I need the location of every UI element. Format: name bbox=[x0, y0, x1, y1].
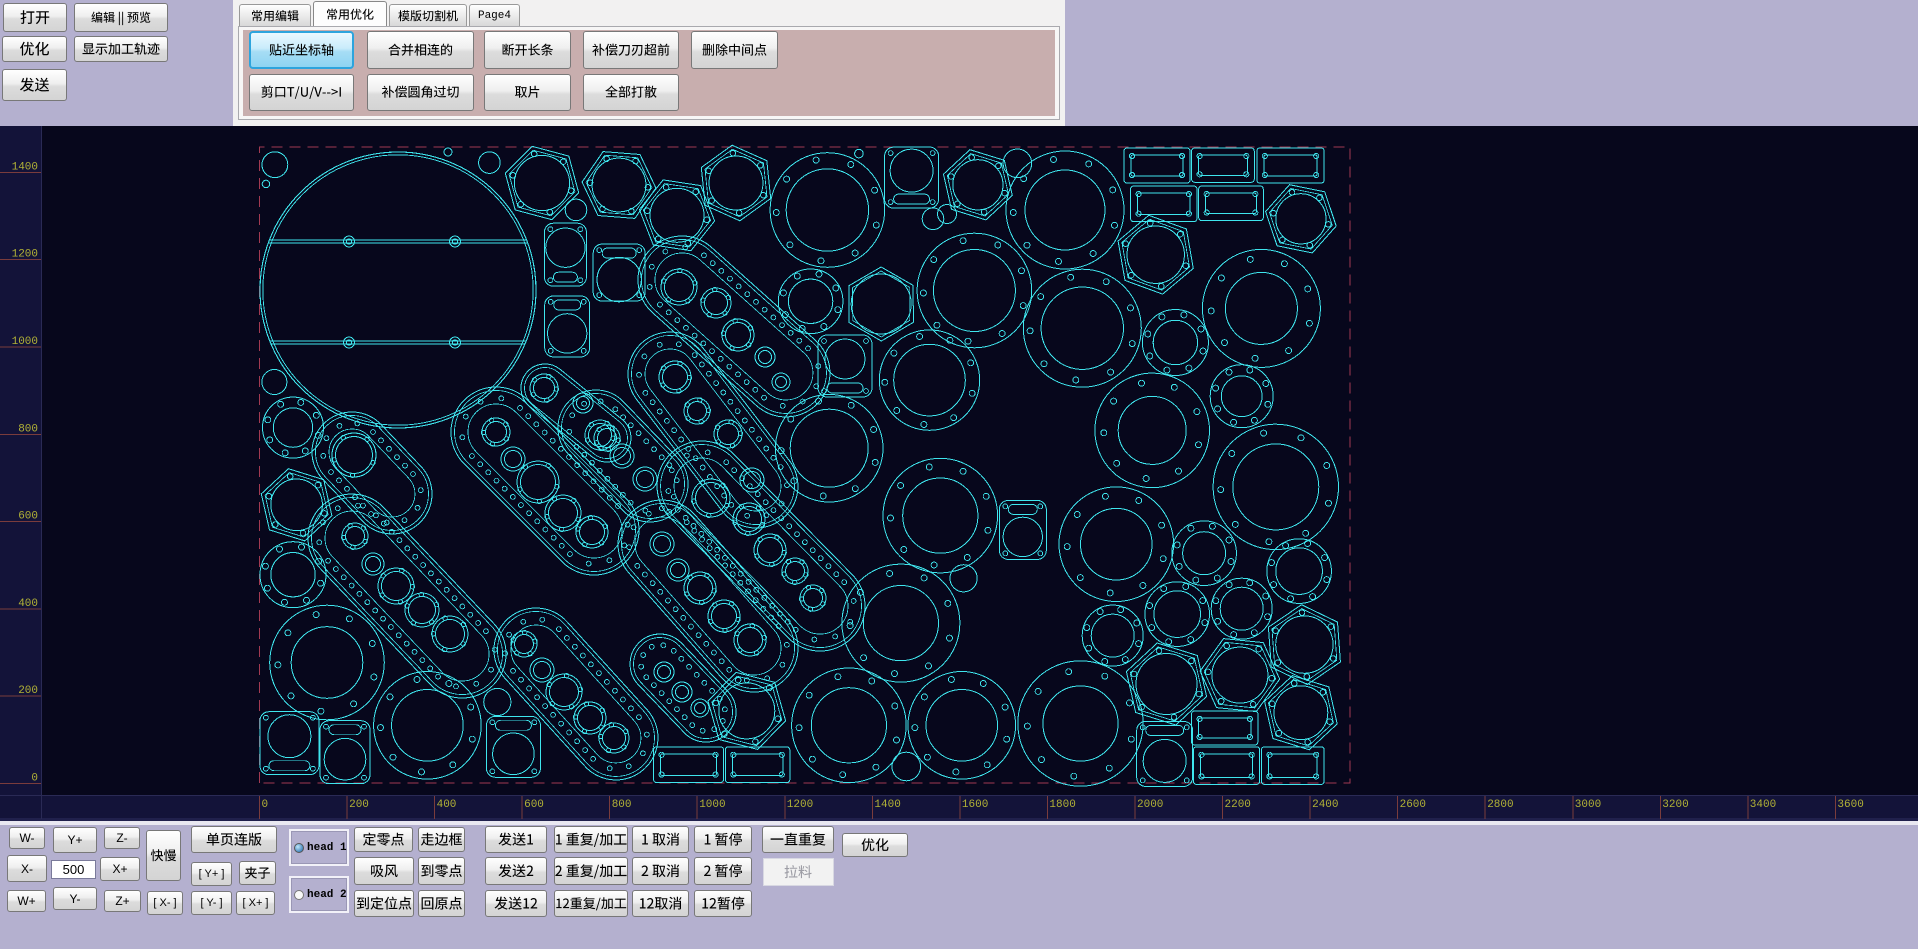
svg-text:2800: 2800 bbox=[1487, 799, 1513, 811]
svg-text:0: 0 bbox=[262, 799, 269, 811]
svg-text:1200: 1200 bbox=[787, 799, 813, 811]
svg-text:1400: 1400 bbox=[874, 799, 900, 811]
svg-text:1800: 1800 bbox=[1049, 799, 1075, 811]
svg-text:200: 200 bbox=[18, 685, 38, 697]
svg-text:3400: 3400 bbox=[1750, 799, 1776, 811]
svg-text:600: 600 bbox=[524, 799, 544, 811]
svg-text:2400: 2400 bbox=[1312, 799, 1338, 811]
svg-text:2200: 2200 bbox=[1225, 799, 1251, 811]
svg-text:1400: 1400 bbox=[12, 161, 38, 173]
svg-text:400: 400 bbox=[437, 799, 457, 811]
svg-text:800: 800 bbox=[612, 799, 632, 811]
svg-text:1200: 1200 bbox=[12, 249, 38, 261]
svg-text:3000: 3000 bbox=[1575, 799, 1601, 811]
svg-text:1000: 1000 bbox=[699, 799, 725, 811]
svg-text:800: 800 bbox=[18, 423, 38, 435]
svg-text:1600: 1600 bbox=[962, 799, 988, 811]
svg-text:600: 600 bbox=[18, 511, 38, 523]
svg-text:3200: 3200 bbox=[1662, 799, 1688, 811]
svg-text:2600: 2600 bbox=[1400, 799, 1426, 811]
svg-text:1000: 1000 bbox=[12, 336, 38, 348]
svg-text:0: 0 bbox=[31, 773, 38, 785]
svg-text:400: 400 bbox=[18, 598, 38, 610]
svg-text:3600: 3600 bbox=[1837, 799, 1863, 811]
svg-text:200: 200 bbox=[349, 799, 369, 811]
svg-text:2000: 2000 bbox=[1137, 799, 1163, 811]
